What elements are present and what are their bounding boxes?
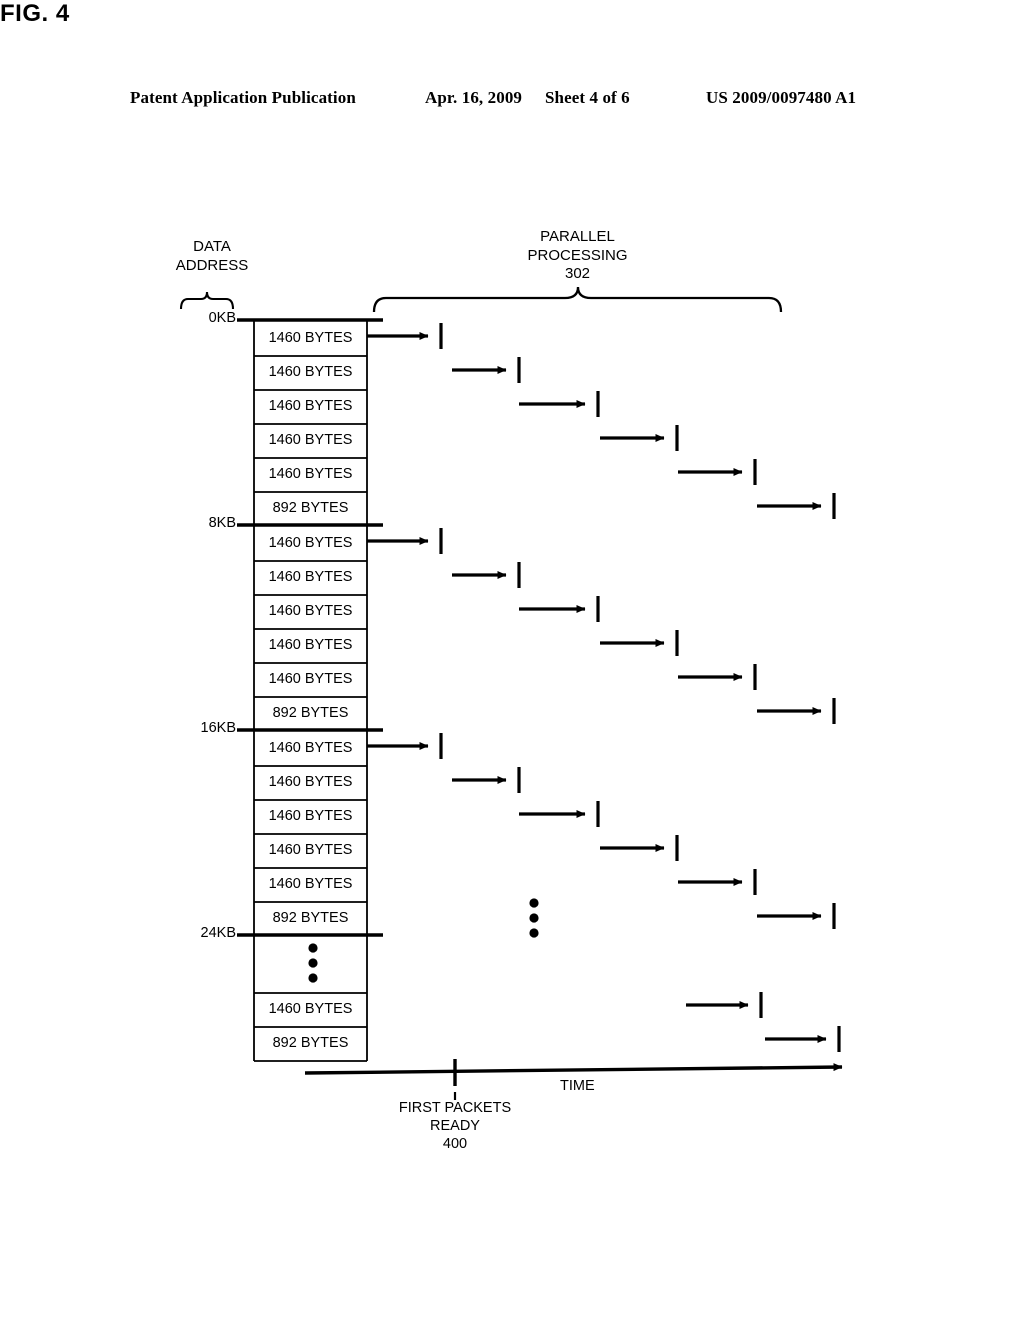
memory-block-label: 1460 BYTES: [268, 774, 353, 790]
memory-block-label: 1460 BYTES: [268, 364, 353, 380]
memory-block-label: 892 BYTES: [272, 1035, 349, 1051]
packet-arrow-group-1: [367, 528, 836, 724]
memory-block-label: 1460 BYTES: [268, 637, 353, 653]
memory-block-label: 1460 BYTES: [268, 876, 353, 892]
address-marker-16kb: 16KB: [200, 720, 236, 736]
memory-block-label: 1460 BYTES: [268, 569, 353, 585]
memory-block-label: 1460 BYTES: [268, 535, 353, 551]
address-marker-24kb: 24KB: [200, 925, 236, 941]
data-address-line-2: ADDRESS: [175, 256, 249, 274]
address-marker-0kb: 0KB: [208, 310, 236, 326]
data-address-label: DATA ADDRESS: [160, 238, 264, 275]
memory-block-label: 1460 BYTES: [268, 466, 353, 482]
memory-block-label: 892 BYTES: [272, 910, 349, 926]
first-packets-ready-label: FIRST PACKETS READY 400: [370, 1100, 540, 1154]
first-packets-line-2: READY: [430, 1117, 480, 1134]
figure-4: 0KB 8KB 16KB 24KB 1460 BYTES 1460 BYTES …: [0, 0, 1024, 1320]
packet-arrow-group-3: [686, 992, 841, 1052]
parallel-processing-label: PARALLEL PROCESSING 302: [470, 228, 685, 284]
address-marker-8kb: 8KB: [208, 515, 236, 531]
memory-block-label: 1460 BYTES: [268, 842, 353, 858]
parallel-processing-brace: [372, 286, 783, 313]
data-address-brace: [179, 291, 235, 310]
parallel-processing-reference-numeral: 302: [564, 265, 591, 283]
memory-block-label: 1460 BYTES: [268, 603, 353, 619]
time-axis-label: TIME: [560, 1078, 595, 1094]
memory-block-label: 1460 BYTES: [268, 671, 353, 687]
arrow-field-ellipsis-icon: [529, 898, 539, 938]
memory-block-label: 1460 BYTES: [268, 1001, 353, 1017]
first-packets-line-1: FIRST PACKETS: [398, 1100, 512, 1116]
block-column-ellipsis-icon: [308, 943, 318, 983]
memory-block-label: 1460 BYTES: [268, 808, 353, 824]
packet-arrow-group-2: [367, 733, 836, 929]
memory-block-label: 892 BYTES: [272, 705, 349, 721]
parallel-processing-line-1: PARALLEL: [540, 228, 615, 245]
parallel-processing-line-2: PROCESSING: [527, 246, 628, 264]
memory-block-label: 892 BYTES: [272, 500, 349, 516]
memory-block-label: 1460 BYTES: [268, 330, 353, 346]
memory-block-label: 1460 BYTES: [268, 432, 353, 448]
memory-block-label: 1460 BYTES: [268, 398, 353, 414]
first-packets-reference-numeral: 400: [442, 1135, 468, 1152]
packet-arrow-group-0: [367, 323, 836, 519]
data-address-line-1: DATA: [193, 238, 231, 255]
memory-block-label: 1460 BYTES: [268, 740, 353, 756]
